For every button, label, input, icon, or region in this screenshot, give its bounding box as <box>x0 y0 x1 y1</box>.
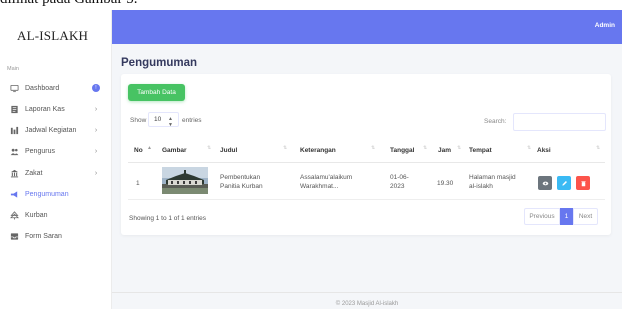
trash-icon <box>580 180 586 186</box>
column-header-tempat[interactable]: Tempat <box>469 147 492 154</box>
sidebar-item-label: Form Saran <box>25 232 62 240</box>
sidebar-item-pengumuman[interactable]: Pengumuman <box>0 184 112 204</box>
page-footer: © 2023 Masjid Al-islakh <box>112 292 622 309</box>
sort-caret-icon: ▲ ▼ <box>168 116 173 128</box>
menu-header: Main <box>7 66 19 72</box>
cell-tempat-line1: Halaman masjid <box>469 174 516 181</box>
sidebar-item-laporan-kas[interactable]: Laporan Kas › <box>0 99 112 119</box>
column-header-gambar[interactable]: Gambar <box>162 147 187 154</box>
sidebar-item-label: Jadwal Kegiatan <box>25 126 77 134</box>
announcement-thumbnail <box>162 167 208 194</box>
cell-tanggal-line2: 2023 <box>390 183 405 190</box>
row-divider <box>128 199 605 200</box>
chevron-right-icon: › <box>94 169 98 177</box>
grid-icon <box>10 126 19 135</box>
copyright-text: © 2023 Masjid Al-islakh <box>335 301 399 307</box>
cell-tempat-line2: al-islakh <box>469 183 493 190</box>
sort-icon: ⇅ <box>371 145 376 151</box>
page-title: Pengumuman <box>121 57 198 69</box>
edit-button[interactable] <box>557 176 571 190</box>
cell-keterangan-line1: Assalamu'alaikum <box>300 174 353 181</box>
search-input[interactable] <box>513 113 606 131</box>
chevron-right-icon: › <box>94 126 98 134</box>
sidebar-item-label: Dashboard <box>25 84 60 92</box>
dashboard-badge: ! <box>92 84 100 92</box>
page-size-select[interactable]: 10 ▲ ▼ <box>148 112 179 128</box>
cell-keterangan-line2: Warakhmat... <box>300 183 339 190</box>
brand-logo[interactable]: AL-ISLAKH <box>17 28 88 44</box>
sort-icon: ⇅ <box>423 145 428 151</box>
page-size-value: 10 <box>154 116 162 123</box>
sidebar-item-form-saran[interactable]: Form Saran <box>0 226 112 246</box>
top-navbar: Admin <box>112 10 622 44</box>
cell-tanggal: 01-06- 2023 <box>390 173 409 191</box>
column-header-no[interactable]: No <box>134 147 143 154</box>
document-caption: dilihat pada Gambar 5. <box>0 0 260 9</box>
sidebar-item-label: Laporan Kas <box>25 105 65 113</box>
list-icon <box>10 105 19 114</box>
sort-icon: ⇅ <box>283 145 288 151</box>
building-icon <box>10 169 19 178</box>
next-page-button[interactable]: Next <box>573 208 598 225</box>
sidebar-item-pengurus[interactable]: Pengurus › <box>0 141 112 161</box>
users-icon <box>10 147 19 156</box>
sidebar-item-kurban[interactable]: Kurban <box>0 205 112 225</box>
column-header-keterangan[interactable]: Keterangan <box>300 147 336 154</box>
entries-info: Showing 1 to 1 of 1 entries <box>129 215 206 222</box>
sort-icon: ⇅ <box>457 145 462 151</box>
column-header-jam[interactable]: Jam <box>438 147 451 154</box>
tree-icon <box>10 210 19 220</box>
cell-no: 1 <box>136 180 140 187</box>
monitor-icon <box>10 84 19 93</box>
column-header-tanggal[interactable]: Tanggal <box>390 147 414 154</box>
sidebar-item-jadwal-kegiatan[interactable]: Jadwal Kegiatan › <box>0 120 112 140</box>
column-header-judul[interactable]: Judul <box>220 147 237 154</box>
previous-page-button[interactable]: Previous <box>524 208 560 225</box>
pagination: Previous 1 Next <box>524 208 598 225</box>
sort-icon: ⇅ <box>527 145 532 151</box>
cell-judul-line1: Pembentukan <box>220 174 261 181</box>
inbox-icon <box>10 232 19 241</box>
sidebar-item-label: Zakat <box>25 169 43 177</box>
sort-icon: ⇅ <box>207 145 212 151</box>
megaphone-icon <box>10 190 19 199</box>
show-label: Show <box>130 117 147 124</box>
chevron-right-icon: › <box>94 147 98 155</box>
sidebar-item-zakat[interactable]: Zakat › <box>0 163 112 183</box>
sidebar-item-label: Kurban <box>25 211 48 219</box>
chevron-right-icon: › <box>94 105 98 113</box>
sidebar-item-dashboard[interactable]: Dashboard ! <box>0 78 112 98</box>
cell-tempat: Halaman masjid al-islakh <box>469 173 516 191</box>
view-button[interactable] <box>538 176 552 190</box>
sort-icon: ▲ <box>147 145 152 151</box>
cell-judul-line2: Panitia Kurban <box>220 183 263 190</box>
header-divider <box>128 162 605 163</box>
sidebar-item-label: Pengumuman <box>25 190 69 198</box>
delete-button[interactable] <box>576 176 590 190</box>
user-menu[interactable]: Admin <box>595 22 615 29</box>
eye-icon <box>542 181 548 185</box>
column-header-aksi[interactable]: Aksi <box>537 147 551 154</box>
page-1-button[interactable]: 1 <box>560 208 573 225</box>
search-label: Search: <box>484 118 507 125</box>
pencil-icon <box>561 180 567 186</box>
entries-label: entries <box>182 117 202 124</box>
sidebar: AL-ISLAKH Main Dashboard ! Laporan Kas ›… <box>0 10 112 309</box>
add-data-button[interactable]: Tambah Data <box>128 84 185 101</box>
sidebar-item-label: Pengurus <box>25 147 55 155</box>
cell-tanggal-line1: 01-06- <box>390 174 409 181</box>
cell-jam: 19.30 <box>437 180 454 187</box>
cell-keterangan: Assalamu'alaikum Warakhmat... <box>300 173 352 191</box>
cell-judul: Pembentukan Panitia Kurban <box>220 173 263 191</box>
sort-icon: ⇅ <box>596 145 601 151</box>
